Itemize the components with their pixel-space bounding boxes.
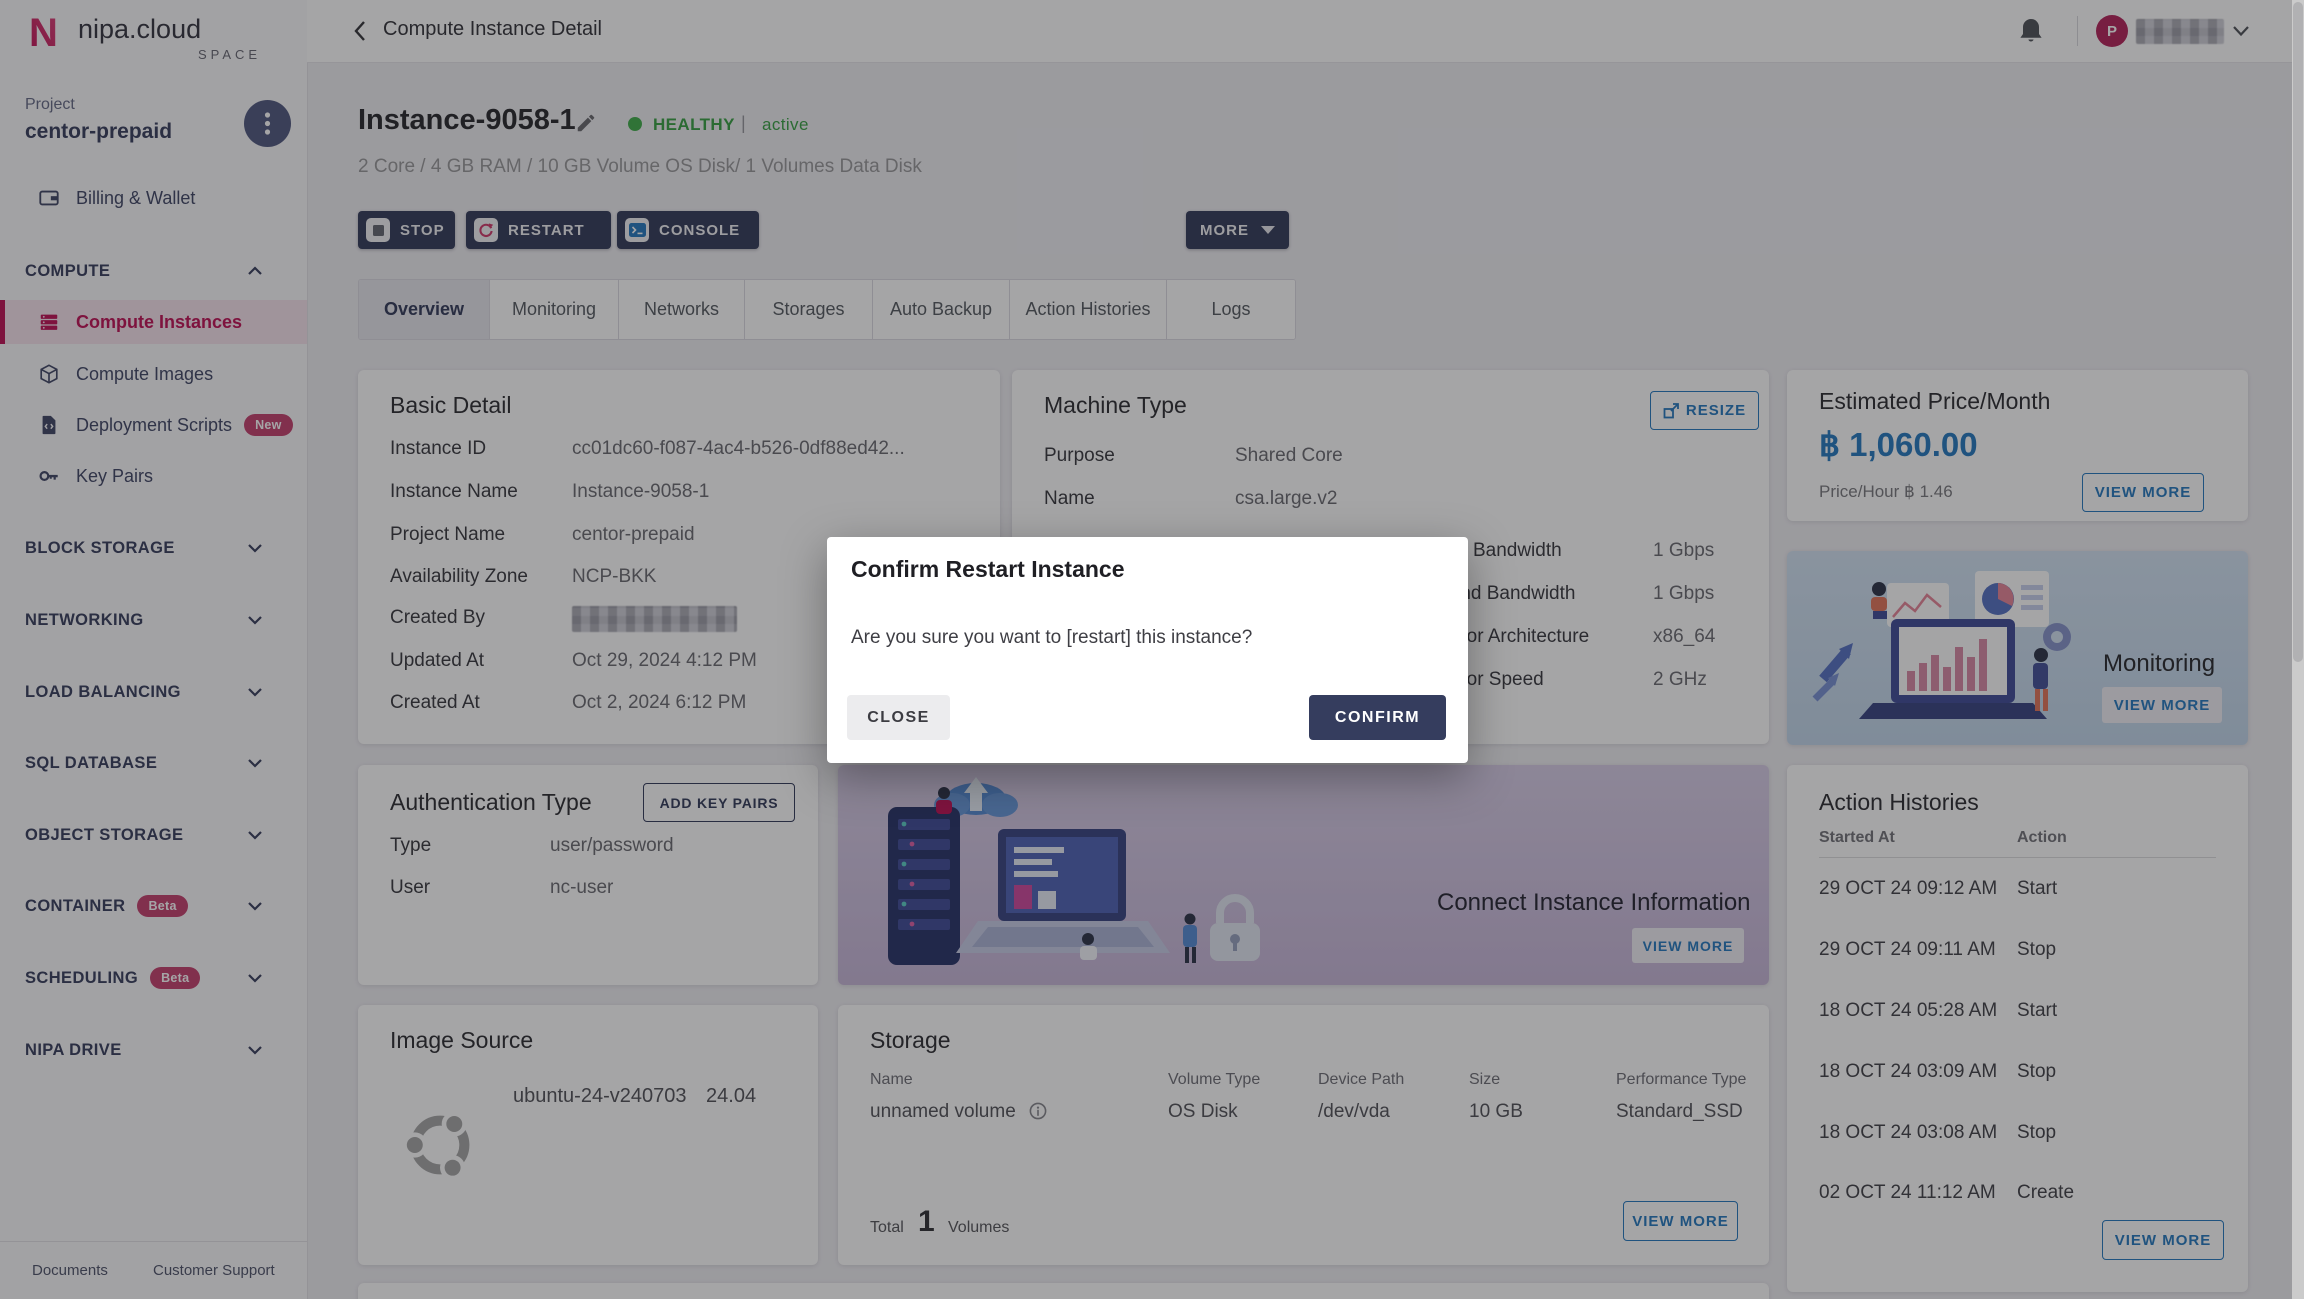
scrollbar-track[interactable]	[2292, 0, 2304, 1299]
scrollbar-thumb[interactable]	[2293, 2, 2303, 662]
app-screen: N nipa.cloud SPACE Project centor-prepai…	[0, 0, 2304, 1299]
close-button[interactable]: CLOSE	[847, 695, 950, 740]
modal-message: Are you sure you want to [restart] this …	[851, 627, 1252, 649]
modal-title: Confirm Restart Instance	[851, 556, 1125, 583]
confirm-restart-modal: Confirm Restart Instance Are you sure yo…	[827, 537, 1468, 763]
confirm-button[interactable]: CONFIRM	[1309, 695, 1446, 740]
